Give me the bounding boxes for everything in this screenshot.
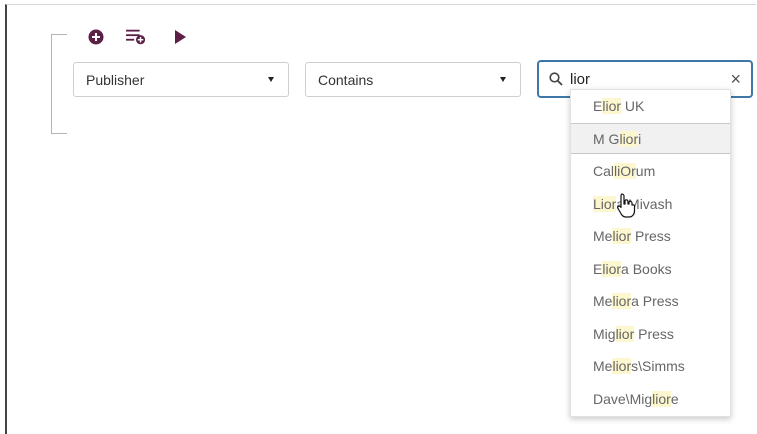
suggestion-item[interactable]: Melior Press xyxy=(571,221,730,252)
suggestion-item[interactable]: Meliors\Simms xyxy=(571,351,730,382)
suggestion-item[interactable]: M Gliori xyxy=(571,123,730,154)
match-highlight: lior xyxy=(652,391,671,407)
suggestion-item[interactable]: Elior UK xyxy=(571,91,730,122)
run-query-button[interactable] xyxy=(170,27,190,47)
list-plus-icon xyxy=(126,29,146,45)
chevron-down-icon xyxy=(268,77,274,82)
match-highlight: liOr xyxy=(614,163,636,179)
suggestion-item[interactable]: Miglior Press xyxy=(571,319,730,350)
match-highlight: Lior xyxy=(593,196,617,212)
plus-circle-icon xyxy=(88,29,104,45)
suggestion-item[interactable]: CalliOrum xyxy=(571,156,730,187)
match-highlight: lior xyxy=(602,98,622,114)
suggestion-item[interactable]: Dave\Migliore xyxy=(571,384,730,415)
suggestion-item[interactable]: Meliora Press xyxy=(571,286,730,317)
group-bracket xyxy=(51,34,67,134)
match-highlight: lior xyxy=(612,293,632,309)
field-select-value: Publisher xyxy=(86,72,145,88)
search-icon xyxy=(549,72,563,86)
match-highlight: lior xyxy=(615,326,635,342)
match-highlight: lior xyxy=(612,228,632,244)
chevron-down-icon xyxy=(500,77,506,82)
add-condition-button[interactable] xyxy=(86,27,106,47)
match-highlight: lior xyxy=(612,358,632,374)
suggestion-dropdown: Elior UK M Gliori CalliOrum Liora Mivash… xyxy=(570,89,731,417)
suggestion-item[interactable]: Liora Mivash xyxy=(571,189,730,220)
play-icon xyxy=(175,30,186,44)
search-input[interactable] xyxy=(570,68,720,90)
field-select[interactable]: Publisher xyxy=(73,62,289,97)
operator-select-value: Contains xyxy=(318,72,374,88)
match-highlight: lior xyxy=(619,131,639,147)
hand-cursor-icon xyxy=(617,193,636,218)
add-group-button[interactable] xyxy=(126,27,146,47)
clear-icon[interactable]: × xyxy=(730,70,741,88)
suggestion-item[interactable]: Eliora Books xyxy=(571,254,730,285)
operator-select[interactable]: Contains xyxy=(305,62,521,97)
match-highlight: lior xyxy=(602,261,622,277)
